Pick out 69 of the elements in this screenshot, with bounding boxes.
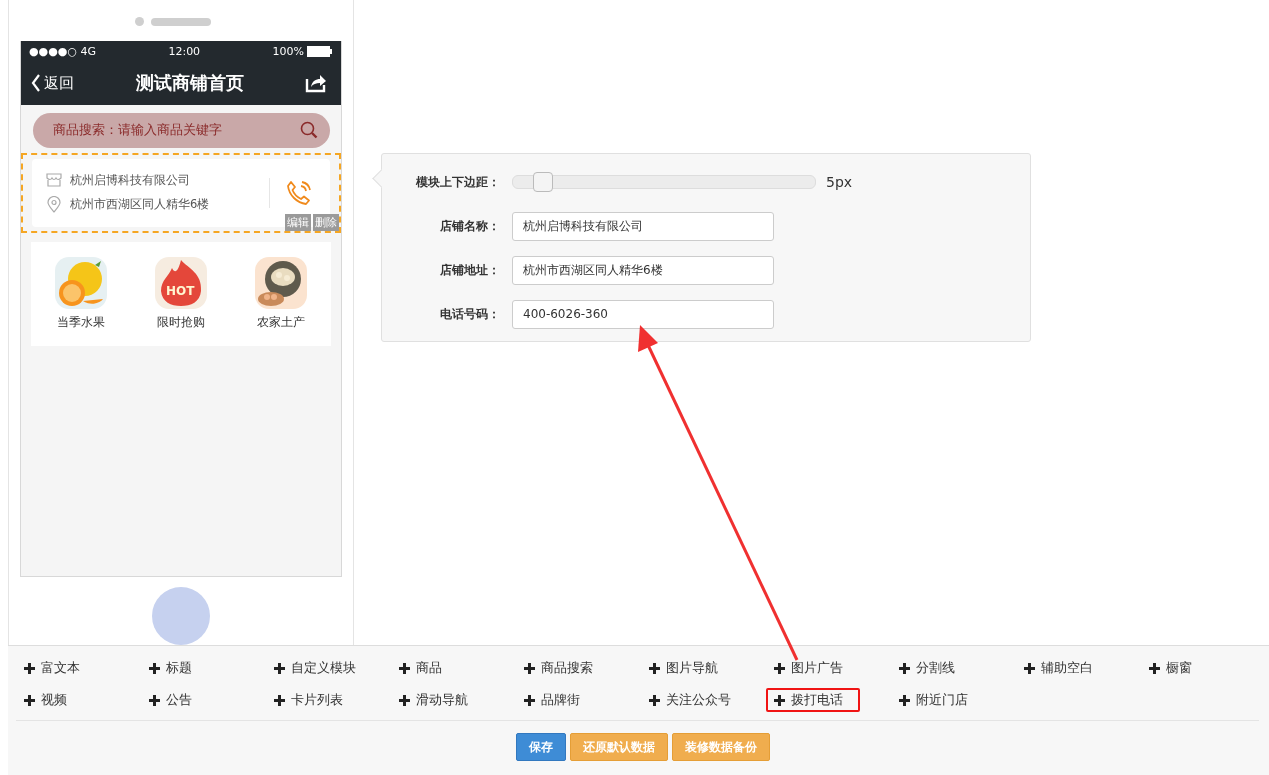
module-item[interactable]: 图片导航 [641, 656, 726, 680]
hot-label: HOT [166, 283, 195, 298]
plus-icon [649, 694, 660, 706]
plus-icon [1024, 662, 1035, 674]
plus-icon [899, 662, 910, 674]
selection-frame[interactable]: 杭州启博科技有限公司 杭州市西湖区同人精华6楼 编辑 删除 [21, 152, 341, 233]
location-icon [46, 195, 62, 213]
plus-icon [149, 694, 160, 706]
plus-icon [1149, 662, 1160, 674]
battery-text: 100% [272, 44, 304, 58]
module-item[interactable]: 拨打电话 [766, 688, 860, 712]
clock-text: 12:00 [168, 44, 201, 58]
search-icon [299, 121, 318, 140]
module-item[interactable]: 商品搜索 [516, 656, 601, 680]
plus-icon [899, 694, 910, 706]
field-label: 电话号码： [439, 305, 500, 323]
category-item[interactable]: 当季水果 [55, 256, 107, 331]
plus-icon [774, 662, 785, 674]
camera-dot [135, 17, 144, 26]
module-item[interactable]: 附近门店 [891, 688, 976, 712]
text-input[interactable]: 杭州市西湖区同人精华6楼 [512, 255, 774, 285]
action-button[interactable]: 保存 [515, 733, 566, 761]
module-item[interactable]: 关注公众号 [641, 688, 739, 712]
search-field[interactable]: 商品搜索：请输入商品关键字 [32, 112, 330, 148]
plus-icon [24, 694, 35, 706]
category-item[interactable]: HOT 限时抢购 [155, 256, 207, 331]
shop-icon [46, 173, 62, 188]
text-input[interactable]: 杭州启博科技有限公司 [512, 211, 774, 241]
module-item[interactable]: 商品 [391, 656, 450, 680]
text-input[interactable]: 400-6026-360 [512, 299, 774, 329]
module-item[interactable]: 橱窗 [1141, 656, 1200, 680]
plus-icon [24, 662, 35, 674]
store-address: 杭州市西湖区同人精华6楼 [70, 196, 210, 212]
module-item[interactable]: 公告 [141, 688, 200, 712]
field-label: 模块上下边距： [415, 173, 500, 191]
plus-icon [274, 694, 285, 706]
plus-icon [149, 662, 160, 674]
module-item[interactable]: 视频 [16, 688, 75, 712]
category-item[interactable]: 农家土产 [255, 256, 307, 331]
field-label: 店铺地址： [439, 261, 500, 279]
module-item[interactable]: 自定义模块 [266, 656, 364, 680]
plus-icon [774, 694, 785, 706]
field-label: 店铺名称： [439, 217, 500, 235]
phone-call-icon[interactable] [269, 177, 314, 208]
plus-icon [649, 662, 660, 674]
home-button[interactable] [152, 587, 210, 645]
plus-icon [524, 662, 535, 674]
module-item[interactable]: 品牌街 [516, 688, 588, 712]
slider-value: 5px [826, 174, 853, 190]
signal-text: ●●●●○ 4G [29, 44, 96, 58]
store-name: 杭州启博科技有限公司 [70, 172, 190, 188]
module-item[interactable]: 图片广告 [766, 656, 851, 680]
plus-icon [524, 694, 535, 706]
module-item[interactable]: 辅助空白 [1016, 656, 1101, 680]
plus-icon [274, 662, 285, 674]
module-item[interactable]: 标题 [141, 656, 200, 680]
module-item[interactable]: 滑动导航 [391, 688, 476, 712]
back-icon [31, 74, 41, 93]
plus-icon [399, 694, 410, 706]
module-item[interactable]: 卡片列表 [266, 688, 351, 712]
plus-icon [399, 662, 410, 674]
share-icon[interactable] [305, 73, 327, 94]
slider-thumb[interactable] [533, 172, 554, 192]
battery-icon [307, 45, 333, 57]
module-item[interactable]: 分割线 [891, 656, 963, 680]
page-title: 测试商铺首页 [135, 71, 244, 96]
module-item[interactable]: 富文本 [16, 656, 88, 680]
back-button[interactable]: 返回 [31, 73, 74, 93]
speaker-bar [151, 18, 211, 26]
